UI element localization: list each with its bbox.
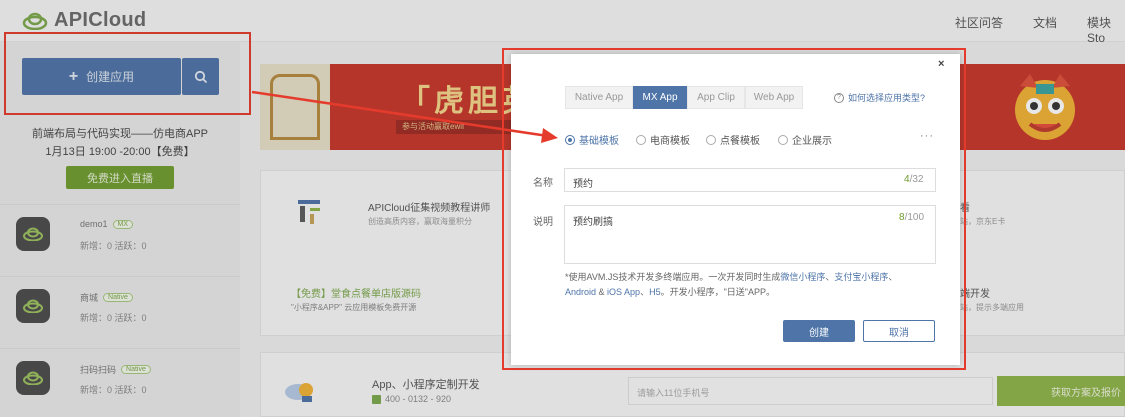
note-text: 、 (888, 272, 898, 282)
tab-native-app[interactable]: Native App (565, 86, 633, 109)
more-templates-icon[interactable]: ··· (920, 130, 934, 142)
cancel-button[interactable]: 取消 (863, 320, 935, 342)
note-text: 。开发小程序，"日送"APP。 (660, 287, 776, 297)
app-description-input[interactable]: 预约刷搞 (564, 205, 936, 264)
note-text: *使用AVM.JS技术开发多终端应用。一次开发同时生成 (565, 272, 781, 282)
tab-web-app[interactable]: Web App (745, 86, 803, 109)
name-label: 名称 (533, 178, 553, 189)
description-label: 说明 (533, 217, 553, 228)
desc-max: /100 (904, 212, 925, 223)
radio-icon (778, 134, 788, 145)
mx-app-note: *使用AVM.JS技术开发多终端应用。一次开发同时生成微信小程序、支付宝小程序、… (565, 270, 937, 300)
template-enterprise[interactable]: 企业展示 (778, 132, 832, 147)
tab-mx-app[interactable]: MX App (633, 86, 687, 109)
name-max: /32 (909, 174, 924, 185)
app-type-tabs: Native App MX App App Clip Web App (565, 86, 803, 109)
create-button[interactable]: 创建 (783, 320, 855, 342)
template-basic[interactable]: 基础模板 (565, 132, 619, 147)
note-link-alipay[interactable]: 支付宝小程序 (834, 272, 888, 282)
close-icon[interactable]: × (938, 58, 944, 70)
note-text: & (596, 287, 608, 297)
app-type-help-link[interactable]: ? 如何选择应用类型? (834, 91, 925, 104)
radio-selected-icon (565, 134, 575, 145)
template-label: 企业展示 (792, 136, 832, 147)
radio-icon (636, 134, 646, 145)
note-link-h5[interactable]: H5 (649, 287, 661, 297)
desc-char-counter: 8/100 (899, 212, 924, 223)
note-text: 、 (640, 287, 650, 297)
name-char-counter: 4/32 (904, 174, 923, 185)
question-icon: ? (834, 92, 844, 103)
help-link-text: 如何选择应用类型? (848, 93, 926, 103)
template-label: 电商模板 (650, 136, 690, 147)
tab-app-clip[interactable]: App Clip (687, 86, 745, 109)
note-link-wechat[interactable]: 微信小程序 (780, 272, 825, 282)
template-ordering[interactable]: 点餐模板 (706, 132, 760, 147)
note-link-android[interactable]: Android (565, 287, 596, 297)
template-ecommerce[interactable]: 电商模板 (636, 132, 690, 147)
template-label: 点餐模板 (720, 136, 760, 147)
radio-icon (706, 134, 716, 145)
template-label: 基础模板 (579, 136, 619, 147)
note-link-ios[interactable]: iOS App (607, 287, 640, 297)
app-name-input[interactable]: 预约 (564, 168, 936, 192)
